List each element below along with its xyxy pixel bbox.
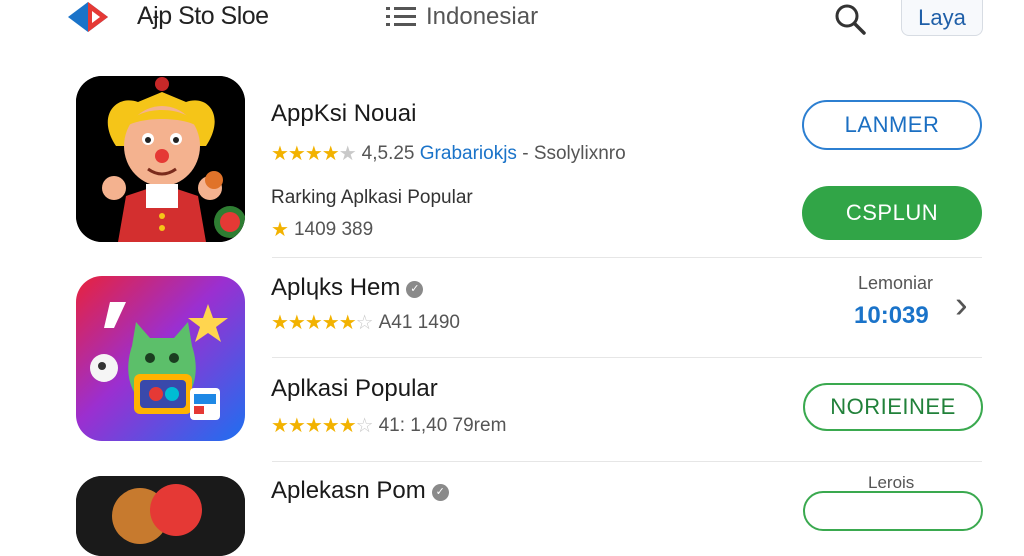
open-button[interactable]: LANMER [802, 100, 982, 150]
store-logo-icon[interactable] [64, 0, 120, 34]
verified-icon: ✓ [431, 484, 449, 501]
update-label: Lerois [868, 473, 915, 492]
action-button[interactable] [803, 491, 983, 531]
verified-icon: ✓ [406, 281, 424, 298]
app-name[interactable]: AppKsi Nouai [271, 100, 416, 128]
update-value: 10:039 [854, 302, 929, 329]
star-icon: ★ [271, 219, 289, 241]
category-label: Ssolylixnro [533, 142, 626, 164]
rating-value: 4,5.25 [361, 142, 415, 164]
star-icon: ★★★★★☆ [271, 415, 374, 437]
app-icon-monster[interactable] [76, 276, 245, 441]
divider [272, 257, 982, 258]
app-name[interactable]: Aplekasn Pom ✓ [271, 477, 449, 505]
update-label: Lemoniar [858, 273, 934, 293]
app-rating-row: ★★★★★☆ 41: 1,40 79rem [271, 413, 506, 438]
rating-value: 41: 1,40 79rem [378, 414, 507, 436]
app-rating-row: ★★★★★ 4,5.25 Grabariokjs - Ssolylixnro [271, 141, 626, 166]
app-icon-clown[interactable] [76, 76, 245, 242]
region-selector[interactable]: Indonesiar [426, 3, 538, 31]
star-icon: ★★★★★ [271, 143, 357, 165]
install-button[interactable]: CSPLUN [802, 186, 982, 240]
app-name[interactable]: Aplɥks Hem ✓ [271, 274, 424, 302]
divider [272, 461, 982, 462]
separator: - [522, 142, 529, 164]
language-button[interactable]: Laya [901, 0, 983, 36]
rating-value: A41 1490 [378, 311, 460, 333]
chevron-right-icon[interactable]: › [955, 286, 968, 324]
menu-icon[interactable] [386, 6, 416, 28]
app-rating-row: ★★★★★☆ A41 1490 [271, 310, 460, 335]
download-count-row: ★ 1409 389 [271, 217, 373, 242]
star-icon: ★★★★★☆ [271, 312, 374, 334]
section-subtitle: Rarking Aplkasi Popular [271, 187, 473, 208]
divider [272, 357, 982, 358]
app-name-text: Aplekasn Pom [271, 477, 426, 504]
app-name[interactable]: Aplkasi Popular [271, 375, 438, 403]
download-count: 1409 389 [293, 218, 374, 240]
app-icon-creature[interactable] [76, 476, 245, 556]
search-icon[interactable] [833, 2, 867, 36]
update-button[interactable]: NORIEINEE [803, 383, 983, 431]
developer-link[interactable]: Grabariokjs [420, 143, 517, 165]
app-title: Aɉp Sto Sloe [137, 2, 269, 30]
app-name-text: Aplɥks Hem [271, 274, 401, 301]
